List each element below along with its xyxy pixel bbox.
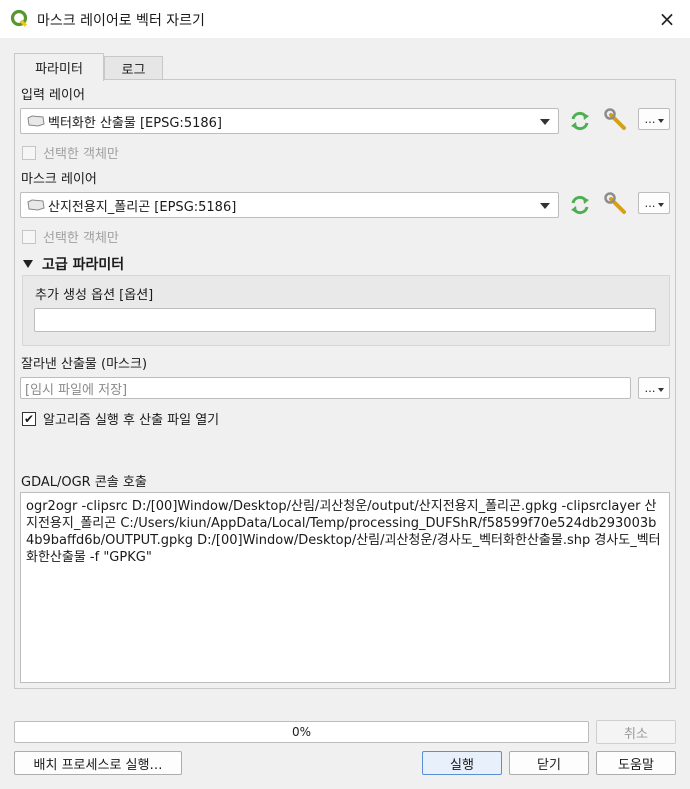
chevron-down-icon: [540, 203, 550, 209]
refresh-icon: [571, 111, 589, 131]
checkbox-box[interactable]: [22, 229, 36, 244]
console-label: GDAL/OGR 콘솔 호출: [21, 475, 147, 490]
qgis-logo-icon: [10, 9, 28, 27]
checkmark-icon: ✔: [23, 411, 35, 426]
close-window-button[interactable]: ×: [644, 0, 690, 38]
open-output-label: 알고리즘 실행 후 산출 파일 열기: [43, 413, 220, 428]
mask-layer-value: 산지전용지_폴리곤 [EPSG:5186]: [48, 199, 237, 215]
run-button[interactable]: 실행: [422, 751, 502, 775]
ellipsis-icon: …: [644, 196, 656, 210]
mask-iterate-button[interactable]: [567, 192, 593, 218]
output-placeholder: [임시 파일에 저장]: [25, 382, 128, 398]
input-layer-label: 입력 레이어: [21, 88, 85, 103]
wrench-icon: [604, 192, 626, 214]
mask-advanced-options-button[interactable]: [603, 191, 629, 217]
triangle-down-icon: [23, 260, 33, 268]
help-button[interactable]: 도움말: [596, 751, 676, 775]
chevron-down-icon: [657, 388, 664, 392]
chevron-down-icon: [657, 203, 664, 207]
close-button-label: 닫기: [537, 757, 561, 773]
cancel-button-label: 취소: [624, 726, 648, 742]
open-output-checkbox[interactable]: ✔ 알고리즘 실행 후 산출 파일 열기: [22, 409, 219, 428]
gdal-console-command[interactable]: ogr2ogr -clipsrc D:/[00]Window/Desktop/산…: [20, 492, 670, 683]
output-label: 잘라낸 산출물 (마스크): [21, 357, 148, 372]
polygon-layer-icon: [27, 115, 45, 127]
mask-layer-more-button[interactable]: …: [638, 192, 670, 214]
mask-layer-label: 마스크 레이어: [21, 172, 97, 187]
advanced-parameters-toggle[interactable]: 고급 파라미터: [23, 254, 124, 274]
ellipsis-icon: …: [644, 381, 656, 395]
input-selected-only-label: 선택한 객체만: [43, 147, 119, 162]
tab-parameters[interactable]: 파라미터: [14, 53, 104, 81]
help-button-label: 도움말: [618, 757, 654, 773]
chevron-down-icon: [657, 119, 664, 123]
tab-parameters-label: 파라미터: [35, 62, 83, 77]
iterate-over-features-button[interactable]: [567, 108, 593, 134]
tab-log[interactable]: 로그: [104, 56, 163, 80]
progress-bar: 0%: [14, 721, 589, 743]
window-title: 마스크 레이어로 벡터 자르기: [37, 13, 205, 29]
chevron-down-icon: [540, 119, 550, 125]
input-layer-more-button[interactable]: …: [638, 108, 670, 130]
extra-options-input[interactable]: [34, 308, 656, 332]
polygon-layer-icon: [27, 199, 45, 211]
output-more-button[interactable]: …: [638, 377, 670, 399]
checkbox-box[interactable]: [22, 145, 36, 160]
progress-percent: 0%: [291, 725, 312, 739]
title-bar: 마스크 레이어로 벡터 자르기 ×: [0, 0, 690, 38]
checkbox-box[interactable]: ✔: [22, 411, 36, 426]
run-as-batch-button[interactable]: 배치 프로세스로 실행…: [14, 751, 182, 775]
output-file-input[interactable]: [임시 파일에 저장]: [20, 377, 631, 399]
cancel-button[interactable]: 취소: [596, 720, 676, 744]
mask-selected-only-label: 선택한 객체만: [43, 231, 119, 246]
tab-log-label: 로그: [121, 63, 146, 78]
extra-options-label: 추가 생성 옵션 [옵션]: [35, 288, 154, 303]
wrench-icon: [604, 108, 626, 130]
close-button[interactable]: 닫기: [509, 751, 589, 775]
input-selected-only-checkbox[interactable]: 선택한 객체만: [22, 143, 119, 162]
ellipsis-icon: …: [644, 112, 656, 126]
close-icon: ×: [658, 7, 676, 31]
advanced-parameters-label: 고급 파라미터: [42, 257, 125, 273]
input-layer-combo[interactable]: 벡터화한 산출물 [EPSG:5186]: [20, 108, 559, 134]
input-layer-value: 벡터화한 산출물 [EPSG:5186]: [48, 115, 222, 131]
run-button-label: 실행: [450, 757, 474, 773]
mask-selected-only-checkbox[interactable]: 선택한 객체만: [22, 227, 119, 246]
mask-layer-combo[interactable]: 산지전용지_폴리곤 [EPSG:5186]: [20, 192, 559, 218]
refresh-icon: [571, 195, 589, 215]
advanced-options-button[interactable]: [603, 107, 629, 133]
run-as-batch-label: 배치 프로세스로 실행…: [33, 757, 163, 773]
